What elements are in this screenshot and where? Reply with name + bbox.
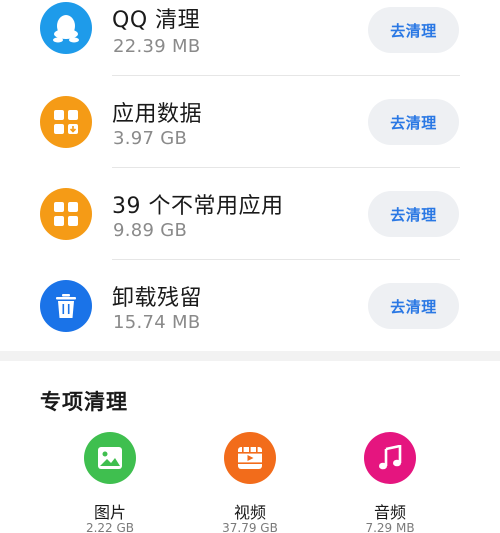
trash-icon — [40, 280, 92, 332]
special-item-label: 图片 — [93, 503, 126, 522]
special-cleanup-title: 专项清理 — [40, 390, 128, 414]
special-item-label: 视频 — [233, 503, 266, 522]
item-title: QQ 清理 — [112, 8, 201, 33]
list-item-app-data[interactable]: 应用数据 3.97 GB 去清理 — [0, 76, 500, 168]
item-title: 39 个不常用应用 — [112, 194, 284, 219]
item-size: 22.39 MB — [113, 36, 201, 57]
app-data-icon — [40, 96, 92, 148]
item-size: 3.97 GB — [113, 128, 188, 149]
apps-grid-icon — [40, 188, 92, 240]
special-item-size: 2.22 GB — [85, 521, 135, 533]
list-item-uninstall-residue[interactable]: 卸载残留 15.74 MB 去清理 — [0, 260, 500, 352]
item-title: 卸载残留 — [112, 286, 203, 311]
section-separator — [0, 351, 500, 361]
special-item-size: 7.29 MB — [365, 521, 415, 533]
clean-button[interactable]: 去清理 — [368, 7, 459, 53]
image-icon — [84, 432, 136, 484]
list-item-qq[interactable]: QQ 清理 22.39 MB 去清理 — [0, 0, 500, 76]
special-item-images[interactable]: 图片 2.22 GB — [55, 432, 165, 533]
special-item-size: 37.79 GB — [222, 521, 278, 533]
special-item-video[interactable]: 视频 37.79 GB — [195, 432, 305, 533]
special-item-label: 音频 — [373, 503, 406, 522]
storage-cleaner-page: QQ 清理 22.39 MB 去清理 应用数据 3.97 GB 去清理 39 个… — [0, 0, 500, 533]
item-size: 9.89 GB — [113, 220, 188, 241]
video-icon — [224, 432, 276, 484]
clean-button[interactable]: 去清理 — [368, 191, 459, 237]
clean-button[interactable]: 去清理 — [368, 99, 459, 145]
list-item-unused-apps[interactable]: 39 个不常用应用 9.89 GB 去清理 — [0, 168, 500, 260]
clean-button[interactable]: 去清理 — [368, 283, 459, 329]
qq-icon — [40, 2, 92, 54]
item-title: 应用数据 — [112, 102, 203, 127]
item-size: 15.74 MB — [113, 312, 201, 333]
special-item-audio[interactable]: 音频 7.29 MB — [335, 432, 445, 533]
music-icon — [364, 432, 416, 484]
